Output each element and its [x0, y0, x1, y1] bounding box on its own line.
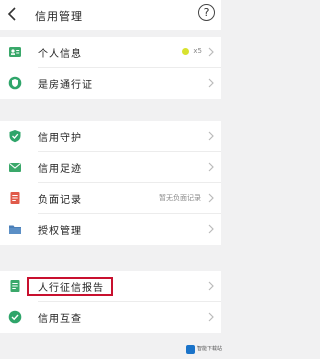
- row-value: 暂无负面记录: [159, 194, 201, 202]
- document-icon: [10, 192, 20, 204]
- highlight-box: [27, 277, 113, 296]
- row-credit-footprint[interactable]: 信用足迹: [0, 152, 221, 183]
- chevron-right-icon: [208, 78, 214, 88]
- row-label: 授权管理: [38, 226, 82, 237]
- shield-badge-icon: [8, 76, 22, 90]
- id-card-icon: [9, 47, 21, 57]
- row-label: 信用互查: [38, 314, 82, 325]
- check-shield-icon: [8, 310, 22, 324]
- watermark-text: 智能下载站: [197, 346, 223, 352]
- page-title: 信用管理: [35, 10, 83, 23]
- back-icon[interactable]: [6, 7, 18, 21]
- watermark-logo-icon: [186, 345, 195, 354]
- row-label: 是房通行证: [38, 80, 93, 91]
- chevron-right-icon: [208, 162, 214, 172]
- row-personal-info[interactable]: 个人信息 x5: [0, 37, 221, 68]
- status-badge: [182, 48, 189, 55]
- chevron-right-icon: [208, 193, 214, 203]
- row-label: 个人信息: [38, 49, 82, 60]
- row-credit-guard[interactable]: 信用守护: [0, 121, 221, 152]
- row-label: 负面记录: [38, 195, 82, 206]
- chevron-right-icon: [208, 224, 214, 234]
- watermark: 智能下载站: [186, 344, 222, 356]
- chevron-right-icon: [208, 131, 214, 141]
- folder-icon: [9, 225, 21, 234]
- header-bar: 信用管理 ?: [0, 0, 221, 30]
- chevron-right-icon: [208, 312, 214, 322]
- row-label: 信用足迹: [38, 164, 82, 175]
- row-authorization[interactable]: 授权管理: [0, 214, 221, 245]
- help-icon[interactable]: ?: [198, 4, 215, 21]
- chevron-right-icon: [208, 47, 214, 57]
- row-negative-record[interactable]: 负面记录 暂无负面记录: [0, 183, 221, 214]
- shield-icon: [9, 130, 21, 143]
- badge-text: x5: [193, 47, 202, 55]
- report-icon: [10, 280, 20, 292]
- row-label: 信用守护: [38, 133, 82, 144]
- mail-icon: [9, 163, 21, 172]
- row-credit-mutual-check[interactable]: 信用互查: [0, 302, 221, 333]
- settings-group-1: 个人信息 x5 是房通行证: [0, 37, 221, 99]
- row-pass[interactable]: 是房通行证: [0, 68, 221, 99]
- settings-group-2: 信用守护 信用足迹 负面记录 暂无负面记录 授权管理: [0, 121, 221, 245]
- chevron-right-icon: [208, 281, 214, 291]
